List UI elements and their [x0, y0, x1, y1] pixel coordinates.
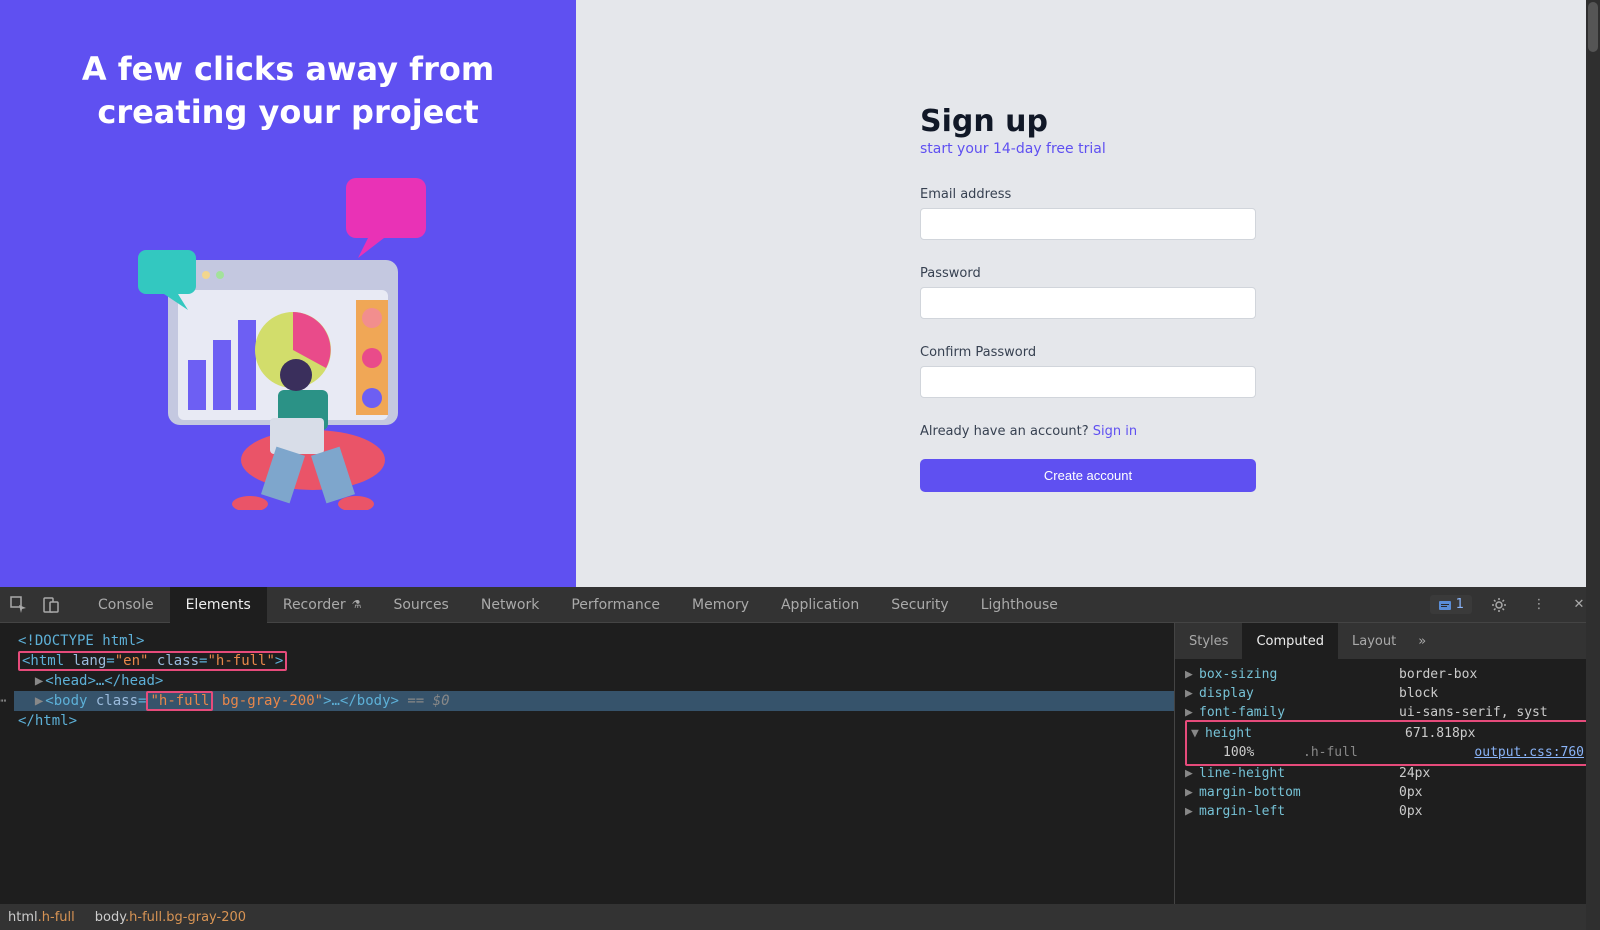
breadcrumb-body[interactable]: body.h-full.bg-gray-200	[95, 910, 246, 925]
tab-console[interactable]: Console	[82, 587, 170, 623]
devtools-tabbar: Console Elements Recorder⚗ Sources Netwo…	[0, 587, 1600, 623]
hero-illustration	[128, 170, 448, 510]
flask-icon: ⚗	[352, 598, 362, 611]
side-tab-layout[interactable]: Layout	[1338, 623, 1410, 659]
email-label: Email address	[920, 187, 1256, 202]
kebab-icon[interactable]: ⋮	[1526, 592, 1552, 618]
tab-network[interactable]: Network	[465, 587, 555, 623]
side-tab-styles[interactable]: Styles	[1175, 623, 1242, 659]
css-source-link[interactable]: output.css:760	[1474, 745, 1584, 760]
dom-breadcrumb[interactable]: html.h-full body.h-full.bg-gray-200	[0, 904, 1600, 930]
tab-memory[interactable]: Memory	[676, 587, 765, 623]
hero-panel: A few clicks away from creating your pro…	[0, 0, 576, 587]
computed-properties[interactable]: ▶box-sizingborder-box ▶displayblock ▶fon…	[1175, 659, 1600, 904]
selected-dom-node[interactable]: ⋯ ▶<body class="h-full bg-gray-200">…</b…	[14, 691, 1174, 711]
tab-recorder[interactable]: Recorder⚗	[267, 587, 378, 623]
issues-badge[interactable]: 1	[1430, 595, 1472, 614]
already-text: Already have an account? Sign in	[920, 424, 1256, 439]
device-toggle-icon[interactable]	[38, 592, 64, 618]
signup-title: Sign up	[920, 104, 1256, 139]
height-highlight: ▼height671.818px 100%.h-fulloutput.css:7…	[1185, 720, 1590, 766]
tab-sources[interactable]: Sources	[377, 587, 464, 623]
confirm-label: Confirm Password	[920, 345, 1256, 360]
gear-icon[interactable]	[1486, 592, 1512, 618]
dom-tree[interactable]: <!DOCTYPE html> <html lang="en" class="h…	[0, 623, 1174, 904]
create-account-button[interactable]: Create account	[920, 459, 1256, 492]
side-tab-more-icon[interactable]: »	[1410, 634, 1434, 649]
page-content: A few clicks away from creating your pro…	[0, 0, 1600, 587]
devtools-panel: Console Elements Recorder⚗ Sources Netwo…	[0, 587, 1600, 930]
tab-elements[interactable]: Elements	[170, 587, 267, 623]
tab-security[interactable]: Security	[875, 587, 965, 623]
tab-performance[interactable]: Performance	[555, 587, 676, 623]
confirm-field[interactable]	[920, 366, 1256, 398]
styles-side-panel: Styles Computed Layout » ▶box-sizingbord…	[1174, 623, 1600, 904]
hero-headline: A few clicks away from creating your pro…	[48, 48, 528, 134]
email-field[interactable]	[920, 208, 1256, 240]
signin-link[interactable]: Sign in	[1093, 424, 1137, 439]
password-field[interactable]	[920, 287, 1256, 319]
signup-subtitle: start your 14-day free trial	[920, 141, 1256, 157]
signup-panel: Sign up start your 14-day free trial Ema…	[576, 0, 1600, 587]
tab-lighthouse[interactable]: Lighthouse	[965, 587, 1074, 623]
page-scrollbar[interactable]	[1586, 0, 1600, 930]
inspect-icon[interactable]	[6, 592, 32, 618]
tab-application[interactable]: Application	[765, 587, 875, 623]
side-tab-computed[interactable]: Computed	[1242, 623, 1338, 659]
breadcrumb-html[interactable]: html.h-full	[8, 910, 75, 925]
password-label: Password	[920, 266, 1256, 281]
